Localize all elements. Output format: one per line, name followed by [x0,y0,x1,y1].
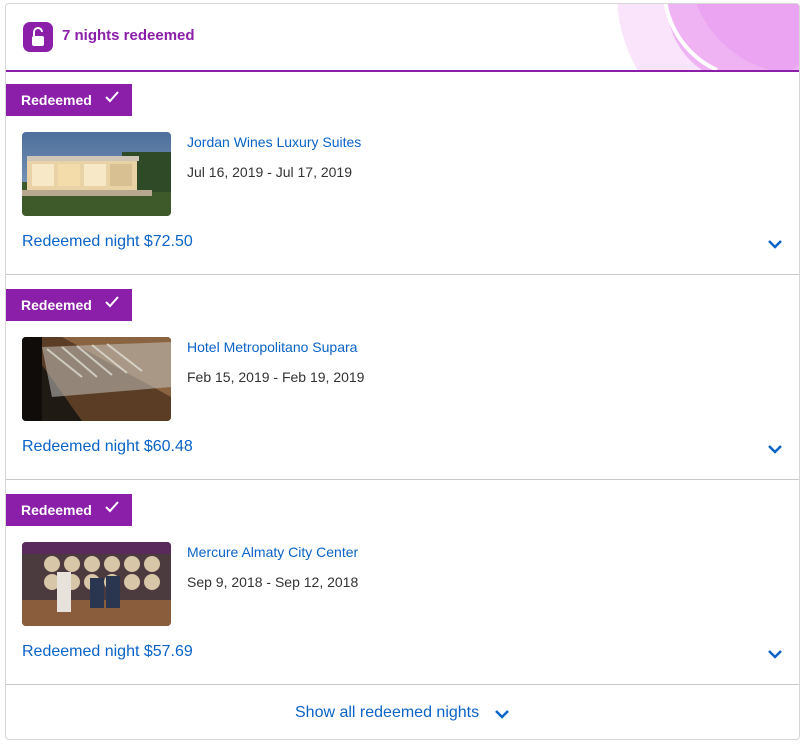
chevron-down-icon[interactable] [492,704,512,724]
list-item: Redeemed Hotel Metropolitano Supara Feb … [6,275,799,480]
lock-open-icon [32,27,44,46]
card-footer: Show all redeemed nights [6,686,799,739]
status-badge: Redeemed [6,494,132,526]
status-badge: Redeemed [6,289,132,321]
chevron-down-icon[interactable] [765,644,785,664]
redeemed-nights-card: 7 nights redeemed Redeemed Jordan Wines … [5,3,800,740]
list-item: Redeemed Jordan Wines Luxury Suites Jul … [6,70,799,275]
show-all-button[interactable]: Show all redeemed nights [295,704,479,722]
hotel-name-link[interactable]: Jordan Wines Luxury Suites [187,134,361,150]
status-badge-label: Redeemed [21,297,92,313]
hotel-name-link[interactable]: Hotel Metropolitano Supara [187,339,357,355]
page-title: 7 nights redeemed [62,27,195,44]
check-icon [105,296,119,308]
redeemed-night-link[interactable]: Redeemed night $57.69 [22,643,193,661]
status-badge: Redeemed [6,84,132,116]
card-header: 7 nights redeemed [6,4,799,72]
hotel-name-link[interactable]: Mercure Almaty City Center [187,544,358,560]
hotel-photo [22,132,171,216]
chevron-down-icon[interactable] [765,234,785,254]
redeemed-night-link[interactable]: Redeemed night $72.50 [22,233,193,251]
redeemed-night-link[interactable]: Redeemed night $60.48 [22,438,193,456]
header-decoration [587,4,799,70]
hotel-photo [22,337,171,421]
lock-badge [23,22,53,52]
check-icon [105,501,119,513]
status-badge-label: Redeemed [21,502,92,518]
stay-dates: Feb 15, 2019 - Feb 19, 2019 [187,369,365,385]
hotel-photo [22,542,171,626]
stay-dates: Sep 9, 2018 - Sep 12, 2018 [187,574,359,590]
status-badge-label: Redeemed [21,92,92,108]
chevron-down-icon[interactable] [765,439,785,459]
check-icon [105,91,119,103]
stay-dates: Jul 16, 2019 - Jul 17, 2019 [187,164,353,180]
list-item: Redeemed Mercure Almaty City Center Sep … [6,480,799,685]
